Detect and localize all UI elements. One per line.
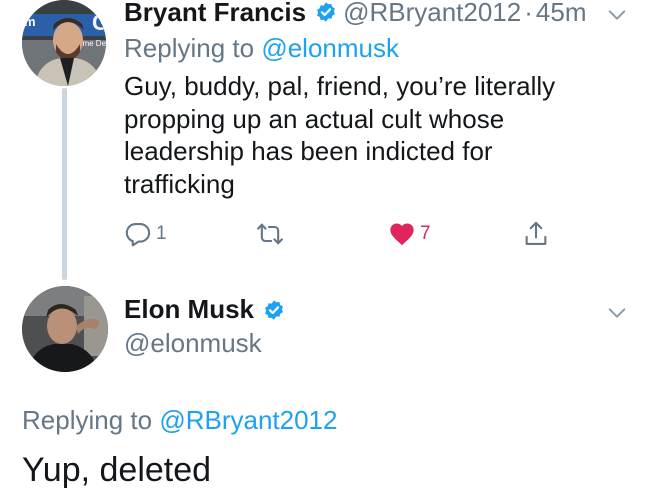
replying-to-mention[interactable]: @RBryant2012 bbox=[159, 405, 337, 435]
reply-author-name[interactable]: Bryant Francis bbox=[124, 0, 306, 28]
reply-text-line: Guy, buddy, pal, friend, you’re literall… bbox=[124, 71, 556, 101]
main-replying-to: Replying to @RBryant2012 bbox=[22, 405, 337, 436]
chevron-down-icon[interactable] bbox=[606, 4, 628, 26]
header-separator: · bbox=[524, 0, 533, 27]
reply-author-handle[interactable]: @RBryant2012 bbox=[343, 0, 521, 28]
replying-to-prefix: Replying to bbox=[124, 33, 262, 63]
reply-text-line: trafficking bbox=[124, 168, 235, 199]
main-tweet-name-row: Elon Musk bbox=[124, 294, 291, 325]
thread-connector-line bbox=[62, 88, 67, 280]
reply-replying-to: Replying to @elonmusk bbox=[124, 33, 399, 64]
like-count: 7 bbox=[420, 223, 431, 244]
reply-text-line: propping up an actual cult whose bbox=[124, 103, 505, 134]
replying-to-mention[interactable]: @elonmusk bbox=[261, 33, 399, 63]
reply-tweet-header: Bryant Francis @RBryant2012 · 45m bbox=[124, 0, 586, 28]
like-button[interactable]: 7 bbox=[388, 220, 431, 248]
replying-to-prefix: Replying to bbox=[22, 405, 160, 435]
share-button[interactable] bbox=[522, 220, 550, 248]
reply-count: 1 bbox=[156, 223, 167, 244]
share-icon bbox=[525, 221, 547, 245]
reply-icon bbox=[125, 223, 151, 247]
main-author-name[interactable]: Elon Musk bbox=[124, 294, 254, 325]
avatar-sign-text: GO bbox=[92, 10, 106, 35]
reply-button[interactable]: 1 bbox=[124, 220, 167, 248]
reply-timestamp[interactable]: 45m bbox=[536, 0, 587, 28]
svg-text:m: m bbox=[24, 14, 36, 29]
retweet-icon bbox=[257, 223, 283, 245]
bryant-francis-avatar[interactable]: GO m ame Devel bbox=[22, 0, 106, 86]
verified-badge-icon bbox=[317, 2, 335, 22]
verified-badge-icon bbox=[265, 299, 283, 320]
retweet-button[interactable] bbox=[256, 220, 288, 248]
heart-icon bbox=[390, 223, 414, 246]
main-tweet-text: Yup, deleted bbox=[22, 451, 212, 489]
chevron-down-icon[interactable] bbox=[606, 302, 628, 324]
reply-text-line: leadership has been indicted for bbox=[124, 136, 493, 166]
elon-musk-avatar[interactable] bbox=[22, 286, 108, 372]
reply-tweet-text: Guy, buddy, pal, friend, you’re literall… bbox=[124, 70, 624, 200]
main-author-handle[interactable]: @elonmusk bbox=[124, 328, 262, 359]
